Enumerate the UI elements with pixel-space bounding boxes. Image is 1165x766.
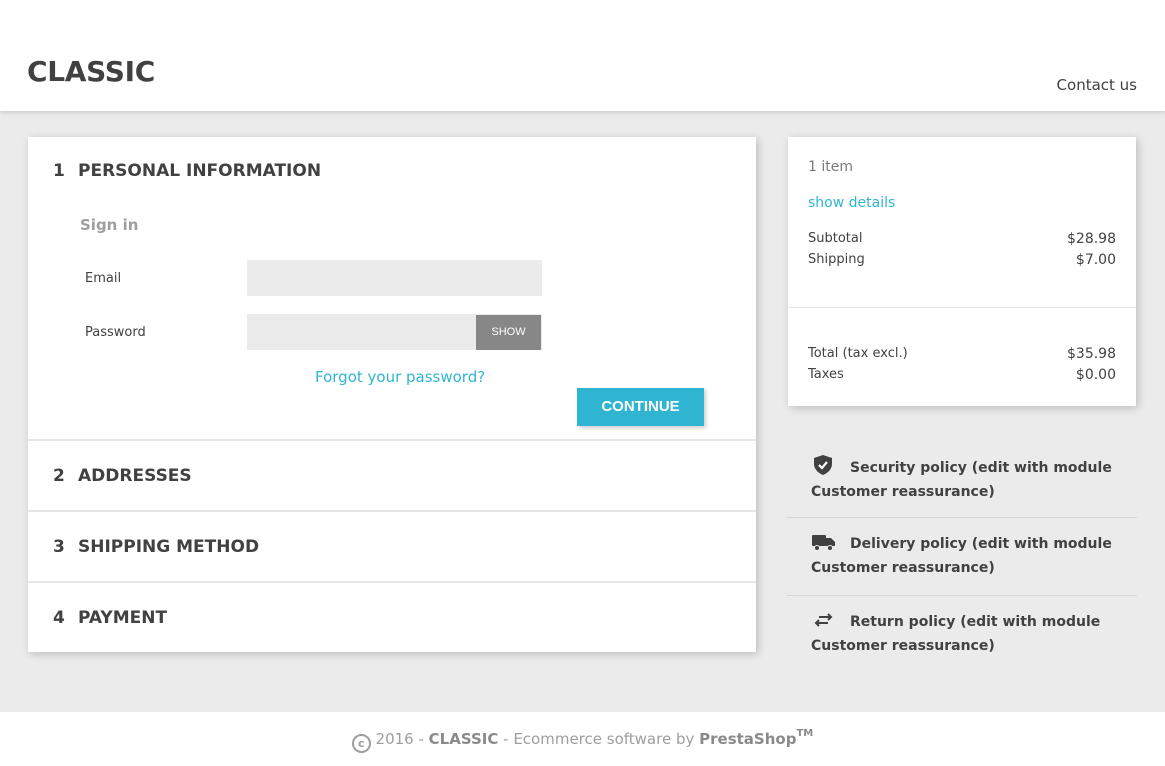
step-header[interactable]: 1 PERSONAL INFORMATION bbox=[28, 137, 756, 205]
items-count: 1 item bbox=[808, 159, 853, 175]
summary-line-total: Total (tax excl.) $35.98 bbox=[808, 346, 1116, 362]
prestashop-link[interactable]: PrestaShopTM bbox=[699, 728, 814, 748]
footer-middle: - Ecommerce software by bbox=[498, 730, 700, 748]
password-label: Password bbox=[85, 325, 146, 340]
line-label: Total (tax excl.) bbox=[808, 346, 908, 361]
step-header[interactable]: 3 SHIPPING METHOD bbox=[28, 512, 756, 581]
step-number: 2 bbox=[53, 465, 65, 486]
step-number: 1 bbox=[53, 161, 65, 181]
site-footer: c 2016 - CLASSIC - Ecommerce software by… bbox=[0, 712, 1165, 766]
step-number: 4 bbox=[53, 607, 65, 628]
step-number: 3 bbox=[53, 536, 65, 557]
step-header[interactable]: 2 ADDRESSES bbox=[28, 441, 756, 510]
step-title: SHIPPING METHOD bbox=[78, 536, 260, 557]
swap-arrows-icon bbox=[811, 610, 837, 630]
step-shipping-method: 3 SHIPPING METHOD bbox=[28, 512, 756, 583]
step-title: PERSONAL INFORMATION bbox=[78, 161, 322, 181]
cart-summary: 1 item show details Subtotal $28.98 Ship… bbox=[788, 137, 1136, 406]
line-value: $35.98 bbox=[1067, 346, 1116, 362]
line-label: Subtotal bbox=[808, 231, 863, 246]
step-title: ADDRESSES bbox=[78, 465, 192, 486]
reassurance-text: Return policy (edit with module Customer… bbox=[811, 614, 1101, 654]
show-details-link[interactable]: show details bbox=[808, 195, 895, 211]
summary-line-shipping: Shipping $7.00 bbox=[808, 252, 1116, 268]
summary-line-taxes: Taxes $0.00 bbox=[808, 367, 1116, 383]
step-personal-information: 1 PERSONAL INFORMATION Sign in Email Pas… bbox=[28, 137, 756, 441]
truck-icon bbox=[811, 532, 837, 552]
email-input[interactable] bbox=[247, 260, 542, 296]
line-label: Taxes bbox=[808, 367, 844, 382]
step-addresses: 2 ADDRESSES bbox=[28, 441, 756, 512]
step-payment: 4 PAYMENT bbox=[28, 583, 756, 652]
reassurance-security: Security policy (edit with module Custom… bbox=[787, 440, 1137, 518]
contact-us-link[interactable]: Contact us bbox=[1057, 76, 1137, 94]
line-value: $7.00 bbox=[1075, 252, 1116, 268]
sign-in-heading: Sign in bbox=[80, 216, 139, 234]
trademark: TM bbox=[796, 728, 814, 739]
step-title: PAYMENT bbox=[78, 607, 168, 628]
copyright-icon: c bbox=[351, 734, 371, 753]
reassurance-return: Return policy (edit with module Customer… bbox=[787, 596, 1137, 674]
checkout-steps: 1 PERSONAL INFORMATION Sign in Email Pas… bbox=[28, 137, 756, 652]
reassurance-delivery: Delivery policy (edit with module Custom… bbox=[787, 518, 1137, 596]
reassurance-text: Delivery policy (edit with module Custom… bbox=[811, 536, 1112, 576]
store-logo[interactable]: CLASSIC bbox=[27, 55, 155, 88]
summary-divider bbox=[788, 307, 1136, 308]
forgot-password-link[interactable]: Forgot your password? bbox=[315, 368, 485, 386]
reassurance-block: Security policy (edit with module Custom… bbox=[787, 440, 1137, 674]
line-value: $0.00 bbox=[1075, 367, 1116, 383]
step-header[interactable]: 4 PAYMENT bbox=[28, 583, 756, 652]
email-label: Email bbox=[85, 271, 122, 286]
footer-year: 2016 - bbox=[375, 730, 429, 748]
footer-brand: CLASSIC bbox=[428, 730, 499, 748]
continue-button[interactable]: CONTINUE bbox=[577, 388, 704, 426]
shield-check-icon bbox=[811, 454, 837, 475]
summary-line-subtotal: Subtotal $28.98 bbox=[808, 231, 1116, 247]
site-header: CLASSIC Contact us bbox=[0, 0, 1165, 111]
line-label: Shipping bbox=[808, 252, 865, 267]
reassurance-text: Security policy (edit with module Custom… bbox=[811, 460, 1112, 500]
line-value: $28.98 bbox=[1067, 231, 1116, 247]
show-password-button[interactable]: SHOW bbox=[476, 315, 541, 350]
footer-vendor: PrestaShop bbox=[699, 730, 797, 748]
